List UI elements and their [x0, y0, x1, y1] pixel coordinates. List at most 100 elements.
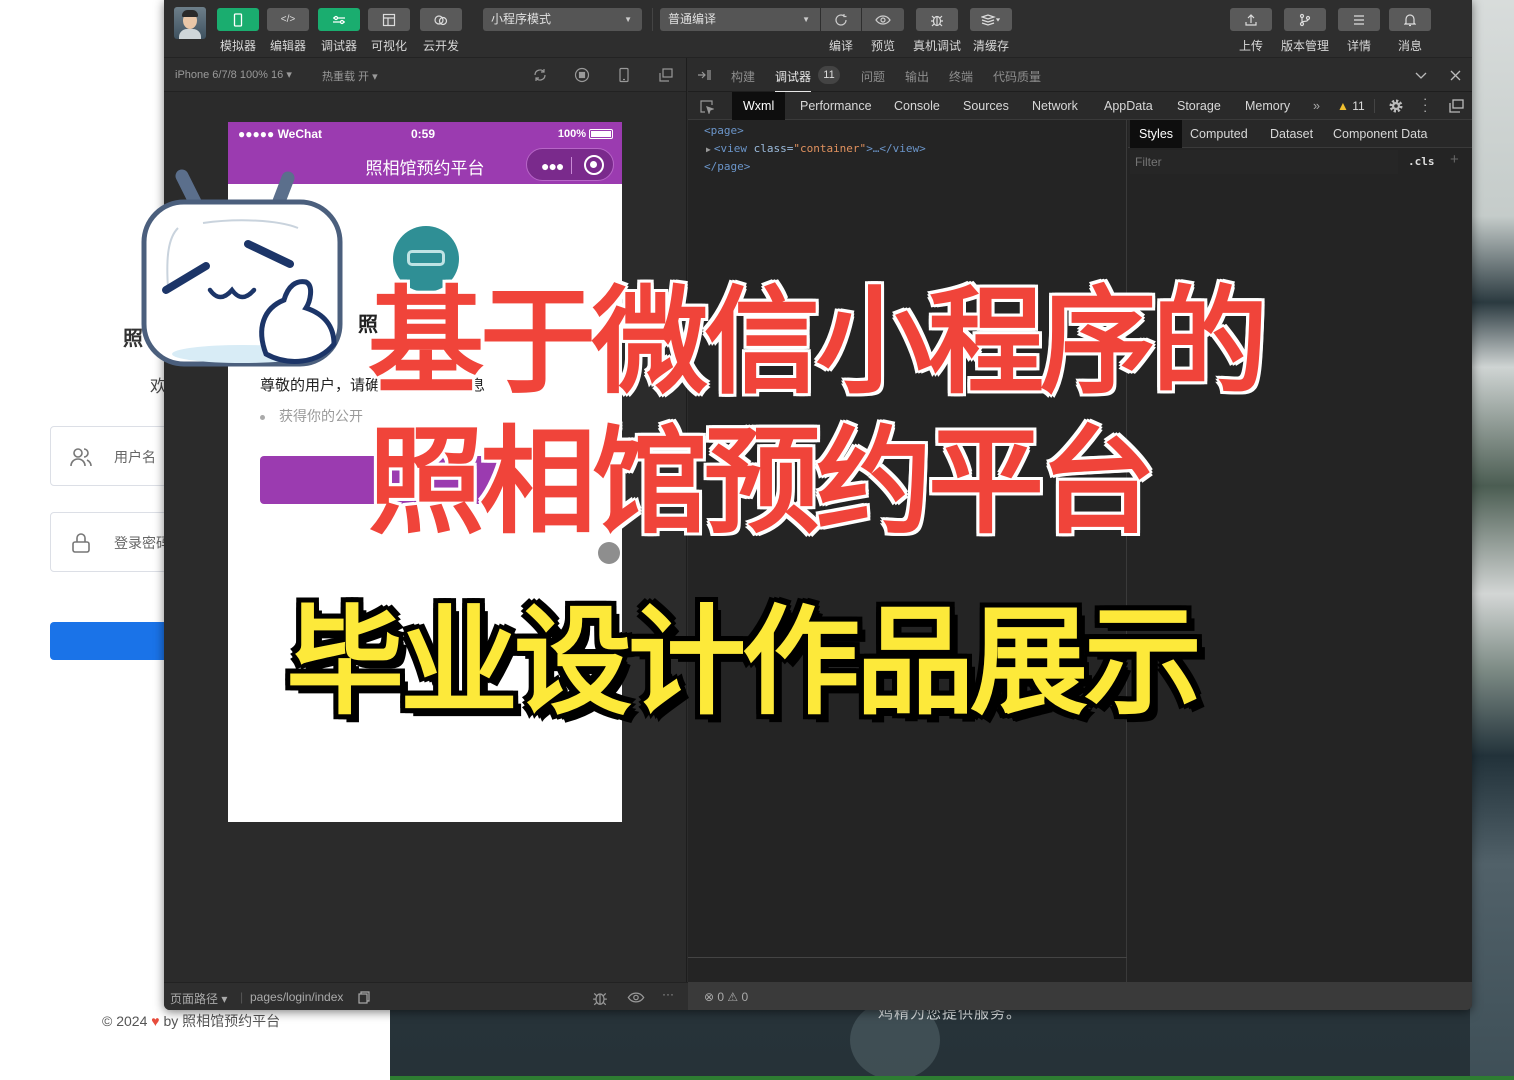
- cls-toggle-button[interactable]: .cls: [1408, 155, 1435, 168]
- simulator-toolbar: iPhone 6/7/8 100% 16 ▾ 热重载 开 ▾: [164, 58, 686, 92]
- tab-performance[interactable]: Performance: [789, 92, 883, 120]
- user-avatar[interactable]: [174, 7, 206, 39]
- tab-styles[interactable]: Styles: [1130, 120, 1183, 148]
- tab-component-data[interactable]: Component Data: [1324, 120, 1437, 148]
- wxml-node-page-open[interactable]: <page>: [704, 122, 744, 140]
- remote-debug-button[interactable]: [916, 8, 958, 31]
- version-control-button[interactable]: [1284, 8, 1326, 31]
- hot-reload-value: 热重载 开: [322, 71, 370, 83]
- page-footer: © 2024 ♥ by 照相馆预约平台: [102, 1011, 280, 1031]
- clear-cache-button[interactable]: [970, 8, 1012, 31]
- compile-button[interactable]: [821, 8, 861, 31]
- editor-toggle-button[interactable]: </>: [267, 8, 309, 31]
- auth-item-text: 获得你的公开: [279, 408, 363, 424]
- page-path-select[interactable]: 页面路径 ▾: [170, 990, 227, 1007]
- close-icon[interactable]: [1450, 70, 1461, 81]
- heart-icon: ♥: [151, 1013, 160, 1029]
- warning-indicator[interactable]: ▲ 11: [1337, 99, 1365, 113]
- mode-select-value: 小程序模式: [491, 12, 552, 26]
- chevron-down-icon[interactable]: [1415, 72, 1427, 80]
- clear-cache-label: 清缓存: [972, 39, 1010, 53]
- copyright-text: © 2024: [102, 1013, 148, 1029]
- undock-icon[interactable]: [1448, 99, 1464, 113]
- footer-divider: |: [240, 990, 244, 1004]
- layout-icon: [382, 13, 396, 26]
- styles-tabs: Styles Computed Dataset Component Data: [1128, 120, 1472, 148]
- wxml-node-view[interactable]: ▶ <view class="container">…</view>: [706, 140, 926, 159]
- debugger-toggle-button[interactable]: [318, 8, 360, 31]
- tab-console[interactable]: Console: [883, 92, 951, 120]
- tabs-divider: [1374, 99, 1375, 113]
- messages-button[interactable]: [1389, 8, 1431, 31]
- device-select-value: iPhone 6/7/8 100% 16: [175, 69, 284, 81]
- code-icon: </>: [280, 14, 296, 25]
- tab-sources[interactable]: Sources: [952, 92, 1020, 120]
- username-placeholder: 用户名: [114, 449, 156, 465]
- settings-gear-icon[interactable]: [1388, 98, 1404, 114]
- tab-output[interactable]: 输出: [905, 68, 929, 85]
- tab-wxml[interactable]: Wxml: [732, 92, 786, 120]
- tab-debugger[interactable]: 调试器: [775, 68, 812, 93]
- photo-strip: [1470, 0, 1514, 1080]
- tab-terminal[interactable]: 终端: [949, 68, 973, 85]
- error-warning-counts[interactable]: ⊗ 0 ⚠ 0: [704, 990, 748, 1004]
- tab-code-quality[interactable]: 代码质量: [993, 68, 1041, 85]
- mascot-tv-icon: [141, 169, 343, 367]
- editor-label: 编辑器: [269, 39, 307, 53]
- debugger-top-tabs: 构建 调试器 11 问题 输出 终端 代码质量: [688, 58, 1472, 93]
- tab-appdata[interactable]: AppData: [1093, 92, 1164, 120]
- more-icon[interactable]: ●●●: [541, 158, 564, 174]
- compile-label: 编译: [828, 39, 854, 53]
- debugger-status-bar: ⊗ 0 ⚠ 0: [688, 982, 1472, 1010]
- add-style-rule-button[interactable]: +: [1450, 151, 1459, 168]
- more-options-icon[interactable]: ···: [662, 987, 674, 1001]
- tab-storage[interactable]: Storage: [1166, 92, 1232, 120]
- rotate-icon[interactable]: [532, 67, 548, 83]
- battery-icon: [589, 129, 613, 139]
- panel-divider: [688, 957, 1127, 958]
- compile-select[interactable]: 普通编译 ▼: [660, 8, 820, 31]
- device-icon[interactable]: [616, 67, 632, 83]
- stop-icon[interactable]: [574, 67, 590, 83]
- tab-problems[interactable]: 问题: [861, 68, 885, 85]
- remote-debug-label: 真机调试: [912, 39, 962, 53]
- clock-text: 0:59: [411, 127, 436, 141]
- layers-icon: [981, 13, 1001, 26]
- detach-window-icon[interactable]: [658, 67, 674, 83]
- copy-icon[interactable]: [358, 991, 370, 1004]
- expand-triangle-icon[interactable]: ▶: [706, 145, 711, 154]
- mode-select[interactable]: 小程序模式 ▼: [483, 8, 642, 31]
- device-select[interactable]: iPhone 6/7/8 100% 16 ▾: [175, 68, 292, 81]
- dock-toggle-icon[interactable]: [697, 69, 711, 81]
- refresh-icon: [835, 13, 847, 26]
- menu-icon: [1354, 14, 1364, 25]
- tab-build[interactable]: 构建: [731, 68, 755, 85]
- simulator-toggle-button[interactable]: [217, 8, 259, 31]
- cover-headline-line2: 照相馆预约平台: [368, 415, 1156, 550]
- bug-icon[interactable]: [592, 990, 608, 1006]
- compile-select-value: 普通编译: [668, 12, 717, 26]
- details-label: 详情: [1346, 39, 1372, 53]
- styles-filter-input[interactable]: [1130, 150, 1398, 174]
- green-bottom-line: [390, 1076, 1514, 1080]
- preview-button[interactable]: [862, 8, 904, 31]
- kebab-menu-icon[interactable]: · · ·: [1423, 92, 1427, 117]
- close-miniprogram-icon[interactable]: [584, 155, 604, 175]
- tab-computed[interactable]: Computed: [1181, 120, 1257, 148]
- more-tabs-icon[interactable]: »: [1302, 92, 1331, 120]
- visual-toggle-button[interactable]: [368, 8, 410, 31]
- inspect-element-icon[interactable]: [699, 99, 714, 114]
- auth-item: 获得你的公开: [260, 406, 363, 426]
- wxml-node-page-close[interactable]: </page>: [704, 158, 750, 176]
- tab-dataset[interactable]: Dataset: [1261, 120, 1322, 148]
- bug-icon: [931, 15, 943, 26]
- cloud-dev-button[interactable]: [420, 8, 462, 31]
- details-button[interactable]: [1338, 8, 1380, 31]
- tab-memory[interactable]: Memory: [1234, 92, 1301, 120]
- tab-network[interactable]: Network: [1021, 92, 1089, 120]
- eye-icon[interactable]: [627, 992, 645, 1003]
- upload-label: 上传: [1238, 39, 1264, 53]
- toolbar-divider: [652, 8, 653, 31]
- upload-button[interactable]: [1230, 8, 1272, 31]
- hot-reload-select[interactable]: 热重载 开 ▾: [322, 68, 378, 84]
